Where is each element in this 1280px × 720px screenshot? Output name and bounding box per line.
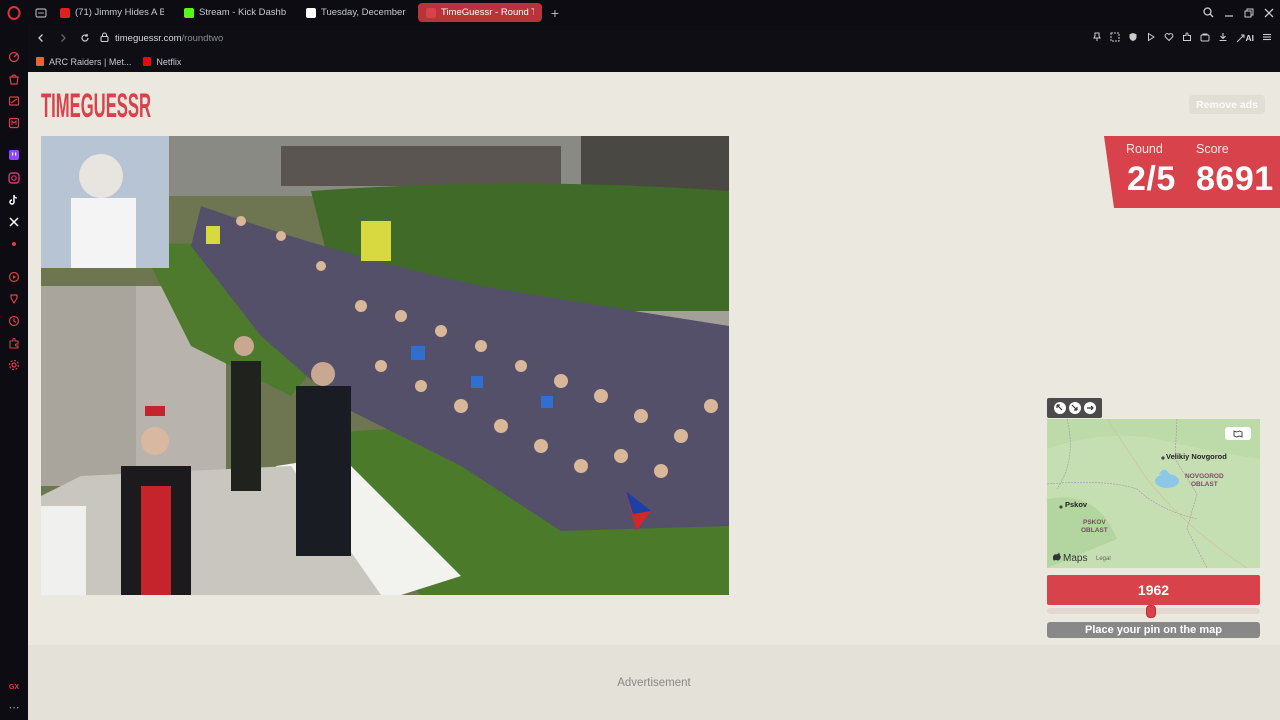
bookmark-label: ARC Raiders | Met... bbox=[49, 56, 132, 67]
music-icon[interactable] bbox=[7, 237, 21, 251]
pskov-oblast-line2: OBLAST bbox=[1081, 527, 1108, 534]
apple-logo-icon bbox=[1052, 552, 1061, 564]
map-label-pskov: Pskov bbox=[1065, 500, 1088, 509]
tab-4[interactable]: TimeGuessr - Round Two bbox=[418, 3, 542, 22]
vpn-shield-icon[interactable] bbox=[1128, 29, 1138, 47]
x-twitter-icon[interactable] bbox=[7, 215, 21, 229]
close-window-icon[interactable] bbox=[1264, 8, 1274, 18]
address-bar: timeguessr.com/roundtwo AI bbox=[28, 25, 1280, 51]
extensions-icon[interactable] bbox=[7, 336, 21, 350]
settings-gear-icon[interactable] bbox=[7, 358, 21, 372]
ai-label: AI bbox=[1245, 33, 1255, 43]
bookmark-favicon-icon bbox=[36, 57, 44, 66]
more-options-icon[interactable]: ⋯ bbox=[7, 700, 21, 714]
heart-icon[interactable] bbox=[1164, 29, 1174, 47]
tab-3[interactable]: Tuesday, December 30, 2 bbox=[298, 3, 414, 22]
year-display: 1962 bbox=[1047, 575, 1260, 605]
bookmark-label: Netflix bbox=[156, 56, 182, 67]
reload-icon[interactable] bbox=[76, 29, 94, 47]
score-panel: Round Score 2/5 8691 bbox=[1104, 136, 1280, 208]
logo-text: TIMEGUESSR bbox=[41, 87, 151, 122]
tiktok-icon[interactable] bbox=[7, 193, 21, 207]
tab-favicon-icon bbox=[426, 7, 436, 18]
map-label-velikiy-novgorod: Velikiy Novgorod bbox=[1166, 452, 1227, 461]
map-size-controls bbox=[1047, 398, 1102, 418]
minimize-icon[interactable] bbox=[1224, 8, 1234, 18]
apple-maps-brand: Maps bbox=[1052, 552, 1088, 564]
map-layers-icon[interactable] bbox=[1225, 427, 1251, 440]
url-field[interactable]: timeguessr.com/roundtwo bbox=[100, 31, 224, 45]
pskov-oblast-line1: PSKOV bbox=[1082, 519, 1106, 526]
shrink-map-icon[interactable] bbox=[1068, 402, 1081, 414]
maps-brand-text: Maps bbox=[1063, 552, 1088, 564]
shopping-icon[interactable] bbox=[7, 72, 21, 86]
remove-ads-button[interactable]: Remove ads bbox=[1189, 95, 1265, 114]
guess-map[interactable]: Velikiy Novgorod NOVGOROD OBLAST Pskov PS… bbox=[1047, 419, 1260, 568]
round-value: 2/5 bbox=[1127, 160, 1176, 198]
novgorod-oblast-line2: OBLAST bbox=[1190, 481, 1218, 488]
browser-sidebar: GX ⋯ bbox=[0, 25, 28, 720]
tab-favicon-icon bbox=[60, 7, 70, 18]
wallet-icon[interactable] bbox=[1200, 29, 1210, 47]
bookmark-favicon-icon bbox=[143, 57, 152, 66]
map-legal-link[interactable]: Legal bbox=[1096, 556, 1111, 562]
speed-dial-icon[interactable] bbox=[7, 50, 21, 64]
tab-favicon-icon bbox=[306, 7, 316, 18]
restore-icon[interactable] bbox=[1244, 8, 1254, 18]
round-photo bbox=[41, 136, 729, 595]
advertisement-label: Advertisement bbox=[617, 677, 691, 689]
bookmark-1[interactable]: ARC Raiders | Met... bbox=[36, 57, 131, 67]
page-content: TIMEGUESSR Remove ads Round Score 2/5 86… bbox=[28, 72, 1280, 720]
play-icon[interactable] bbox=[1146, 29, 1156, 47]
score-value: 8691 bbox=[1196, 160, 1274, 198]
easy-setup-menu-icon[interactable] bbox=[1262, 29, 1272, 47]
novgorod-oblast-line1: NOVGOROD bbox=[1185, 473, 1224, 480]
tab-title: Stream - Kick Dashboard bbox=[199, 7, 286, 18]
gx-control-icon[interactable] bbox=[7, 94, 21, 108]
back-icon[interactable] bbox=[32, 29, 50, 47]
place-pin-button[interactable]: Place your pin on the map bbox=[1047, 622, 1260, 638]
round-label: Round bbox=[1126, 142, 1163, 156]
download-icon[interactable] bbox=[1218, 29, 1228, 47]
expand-map-icon[interactable] bbox=[1053, 402, 1066, 414]
search-tabs-icon[interactable] bbox=[1203, 7, 1214, 18]
new-tab-button[interactable]: + bbox=[546, 4, 564, 22]
url-path: /roundtwo bbox=[181, 32, 224, 44]
pin-map-icon[interactable] bbox=[1083, 402, 1096, 414]
twitch-icon[interactable] bbox=[7, 148, 21, 162]
bookmarks-bar: ARC Raiders | Met... Netflix bbox=[28, 51, 1280, 72]
gx-label[interactable]: GX bbox=[7, 680, 21, 694]
bookmark-2[interactable]: Netflix bbox=[143, 57, 181, 67]
pin-icon[interactable] bbox=[1092, 29, 1102, 47]
instagram-icon[interactable] bbox=[7, 171, 21, 185]
gx-corner-icon[interactable] bbox=[7, 116, 21, 130]
tab-overview-icon[interactable] bbox=[30, 0, 52, 25]
opera-logo-icon[interactable] bbox=[0, 0, 28, 25]
history-icon[interactable] bbox=[7, 314, 21, 328]
tab-title: Tuesday, December 30, 2 bbox=[321, 7, 406, 18]
tab-title: (71) Jimmy Hides A Battery bbox=[75, 7, 164, 18]
tab-title: TimeGuessr - Round Two bbox=[441, 7, 534, 18]
tab-1[interactable]: (71) Jimmy Hides A Battery bbox=[52, 3, 172, 22]
url-host: timeguessr.com bbox=[115, 32, 182, 44]
aria-ai-icon[interactable]: AI bbox=[1236, 33, 1255, 43]
tab-bar: (71) Jimmy Hides A Battery Stream - Kick … bbox=[0, 0, 1280, 25]
extensions-puzzle-icon[interactable] bbox=[1182, 29, 1192, 47]
snapshot-icon[interactable] bbox=[1110, 29, 1120, 47]
tab-2[interactable]: Stream - Kick Dashboard bbox=[176, 3, 294, 22]
timeguessr-logo[interactable]: TIMEGUESSR bbox=[41, 82, 153, 125]
map-label-pskov-oblast: PSKOV OBLAST bbox=[1081, 519, 1108, 535]
lock-icon bbox=[100, 31, 109, 45]
advertisement-area: Advertisement bbox=[28, 645, 1280, 720]
player-icon[interactable] bbox=[7, 270, 21, 284]
map-label-novgorod-oblast: NOVGOROD OBLAST bbox=[1185, 473, 1224, 489]
tab-favicon-icon bbox=[184, 7, 194, 18]
year-slider-thumb[interactable] bbox=[1146, 605, 1157, 618]
forward-icon[interactable] bbox=[54, 29, 72, 47]
year-slider[interactable] bbox=[1047, 605, 1260, 618]
pinboard-icon[interactable] bbox=[7, 292, 21, 306]
score-label: Score bbox=[1196, 142, 1229, 156]
